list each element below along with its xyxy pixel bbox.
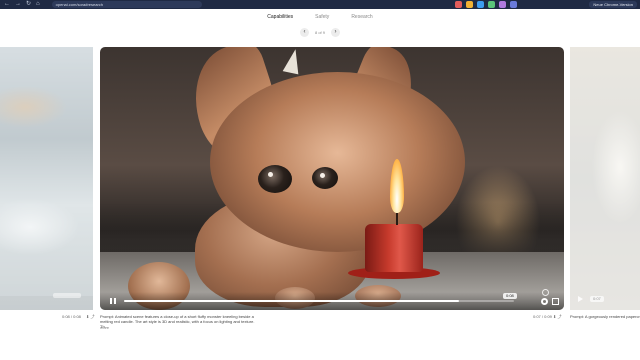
previous-video-progress bbox=[53, 293, 81, 298]
back-icon[interactable]: ← bbox=[4, 0, 10, 9]
video-controls bbox=[100, 289, 564, 310]
gear-icon[interactable] bbox=[541, 298, 548, 305]
download-share-icons[interactable]: ⬇ ⤴ bbox=[86, 314, 94, 319]
pause-icon[interactable] bbox=[110, 298, 116, 304]
video-progress-fill bbox=[124, 300, 460, 302]
extensions-tray bbox=[455, 1, 517, 8]
prev-arrow-button[interactable]: ‹ bbox=[299, 28, 309, 37]
extension-icon[interactable] bbox=[510, 1, 517, 8]
next-video-time: 0:07 bbox=[590, 296, 604, 302]
creature-left-eye bbox=[258, 165, 292, 193]
video-prompt: Prompt: Animated scene features a close-… bbox=[100, 314, 255, 329]
candle-wick bbox=[396, 213, 398, 225]
extension-icon[interactable] bbox=[466, 1, 473, 8]
previous-video-card[interactable] bbox=[0, 47, 93, 310]
video-time-badge: 0:08 bbox=[503, 293, 517, 299]
browser-toolbar: ← → ↻ ⌂ openai.com/sora#research Neue Ch… bbox=[0, 0, 640, 9]
more-link[interactable]: more bbox=[100, 325, 109, 330]
video-progress-bar[interactable] bbox=[124, 300, 514, 302]
browser-nav: ← → ↻ ⌂ bbox=[4, 0, 40, 9]
video-duration-left: 0:08 / 0:08 ⬇ ⤴ bbox=[62, 314, 95, 320]
update-chrome-button[interactable]: Neue Chrome-Version bbox=[589, 1, 637, 8]
address-bar[interactable]: openai.com/sora#research bbox=[51, 1, 202, 8]
section-tabs: Capabilities Safety Research bbox=[0, 12, 640, 22]
next-video-prompt: Prompt: A gorgeously rendered papercraft… bbox=[570, 314, 640, 319]
next-arrow-button[interactable]: › bbox=[331, 28, 340, 37]
video-duration-right: 0:07 / 0:09 ⬇ ⤴ bbox=[533, 314, 562, 320]
duration-text: 0:08 / 0:08 bbox=[62, 314, 81, 319]
duration-text: 0:07 / 0:09 bbox=[533, 314, 552, 319]
extension-icon[interactable] bbox=[499, 1, 506, 8]
extension-icon[interactable] bbox=[477, 1, 484, 8]
main-video-player[interactable]: 0:08 bbox=[100, 47, 564, 310]
creature-head bbox=[210, 72, 465, 252]
url-text: openai.com/sora#research bbox=[55, 2, 104, 7]
previous-video-controls bbox=[0, 296, 93, 310]
candle bbox=[365, 224, 423, 272]
extension-icon[interactable] bbox=[455, 1, 462, 8]
pager-count: 8 of 9 bbox=[314, 30, 325, 35]
reload-icon[interactable]: ↻ bbox=[26, 0, 31, 9]
play-icon[interactable] bbox=[578, 296, 583, 302]
download-share-icons[interactable]: ⬇ ⤴ bbox=[553, 314, 561, 319]
home-icon[interactable]: ⌂ bbox=[36, 0, 40, 9]
tab-capabilities[interactable]: Capabilities bbox=[263, 12, 297, 22]
extension-icon[interactable] bbox=[488, 1, 495, 8]
tab-safety[interactable]: Safety bbox=[311, 12, 333, 22]
next-video-card[interactable]: 0:07 bbox=[570, 47, 640, 310]
carousel-pager: ‹ 8 of 9 › bbox=[0, 28, 640, 37]
creature-right-eye bbox=[312, 167, 338, 189]
fullscreen-icon[interactable] bbox=[552, 298, 559, 305]
creature-horn bbox=[282, 47, 304, 75]
captions-icon[interactable] bbox=[542, 289, 549, 296]
tab-research[interactable]: Research bbox=[347, 12, 376, 22]
forward-icon[interactable]: → bbox=[15, 0, 21, 9]
